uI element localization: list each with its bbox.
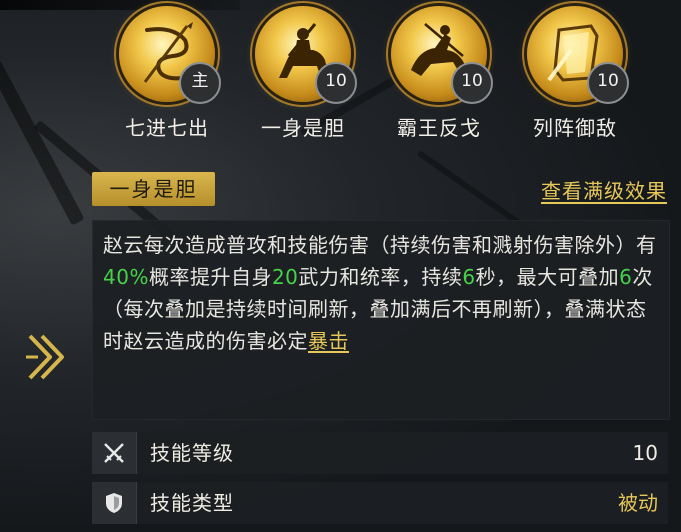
critical-hit-link[interactable]: 暴击 <box>308 329 349 353</box>
shield-icon <box>106 493 122 513</box>
skill-description: 赵云每次造成普攻和技能伤害（持续伤害和溅射伤害除外）有 40%概率提升自身20武力… <box>103 229 658 357</box>
background-brush-stroke <box>0 60 85 226</box>
stat-row-skill-type: 技能类型 被动 <box>92 482 668 524</box>
skill-name: 一身是胆 <box>261 116 345 140</box>
stat-bonus-value: 20 <box>271 265 299 289</box>
duration-value: 6 <box>462 265 476 289</box>
skill-level-badge: 10 <box>451 62 493 104</box>
description-text: 武力和统率，持续 <box>298 265 463 289</box>
crossed-swords-icon <box>104 443 124 463</box>
proc-chance-value: 40% <box>103 265 149 289</box>
skill-medal[interactable]: 10 <box>527 6 629 104</box>
description-text: 概率提升自身 <box>148 265 272 289</box>
skill-slot-1[interactable]: 主 七进七出 <box>112 6 222 141</box>
skill-detail-screen: 主 七进七出 10 一身是胆 10 霸王反戈 10 列阵御敌 一身是胆 查看满级… <box>0 0 681 532</box>
expand-chevron-icon[interactable] <box>24 332 70 382</box>
skill-name: 七进七出 <box>125 116 209 140</box>
max-stacks-value: 6 <box>619 265 633 289</box>
description-text: 赵云每次造成普攻和技能伤害（持续伤害和溅射伤害除外）有 <box>103 233 657 257</box>
skill-medal[interactable]: 10 <box>391 6 493 104</box>
stat-value: 10 <box>632 441 658 465</box>
view-max-level-link[interactable]: 查看满级效果 <box>541 175 667 204</box>
skill-slot-4[interactable]: 10 列阵御敌 <box>520 6 630 141</box>
stat-value: 被动 <box>618 491 658 515</box>
skill-level-badge: 10 <box>587 62 629 104</box>
skill-slot-2[interactable]: 10 一身是胆 <box>248 6 358 141</box>
stat-label: 技能类型 <box>150 491 234 515</box>
skill-name: 霸王反戈 <box>397 116 481 140</box>
skill-slot-3[interactable]: 10 霸王反戈 <box>384 6 494 141</box>
selected-skill-tag: 一身是胆 <box>92 172 215 206</box>
skill-name: 列阵御敌 <box>533 116 617 140</box>
skill-description-panel: 赵云每次造成普攻和技能伤害（持续伤害和溅射伤害除外）有 40%概率提升自身20武力… <box>92 220 670 420</box>
description-text: 秒，最大可叠加 <box>475 265 620 289</box>
skill-level-badge: 10 <box>315 62 357 104</box>
skill-medal[interactable]: 主 <box>119 6 221 104</box>
skill-medal[interactable]: 10 <box>255 6 357 104</box>
stat-icon-box <box>92 432 137 474</box>
skill-badge: 主 <box>179 62 221 104</box>
stat-row-skill-level: 技能等级 10 <box>92 432 668 474</box>
stat-label: 技能等级 <box>150 441 234 465</box>
stat-icon-box <box>92 482 137 524</box>
